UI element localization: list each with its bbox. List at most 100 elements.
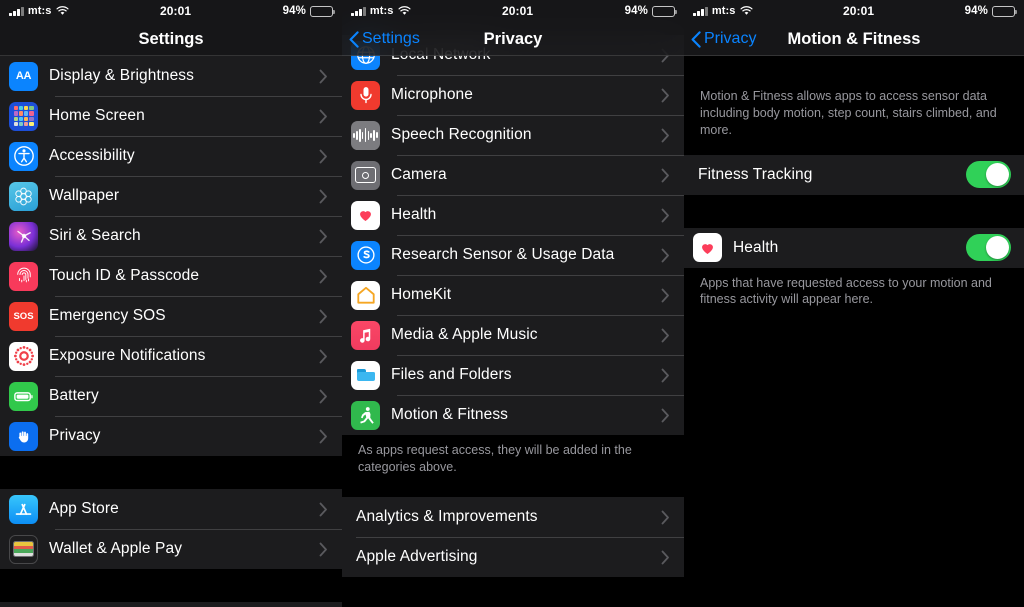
status-bar: mt:s 20:01 94% bbox=[684, 0, 1024, 22]
chevron-right-icon bbox=[319, 349, 327, 363]
list-item-media-apple-music[interactable]: Media & Apple Music bbox=[342, 315, 684, 355]
list-item-microphone[interactable]: Microphone bbox=[342, 75, 684, 115]
motion-fitness-scroll-area[interactable]: Motion & Fitness allows apps to access s… bbox=[684, 0, 1024, 607]
list-item-speech-recognition[interactable]: Speech Recognition bbox=[342, 115, 684, 155]
sidebar-item-accessibility[interactable]: Accessibility bbox=[0, 136, 342, 176]
touch-id-icon bbox=[9, 261, 38, 291]
section-gap bbox=[0, 569, 342, 602]
chevron-right-icon bbox=[319, 69, 327, 83]
homekit-icon bbox=[351, 280, 380, 310]
chevron-left-icon bbox=[349, 30, 359, 48]
list-item-health[interactable]: Health bbox=[342, 195, 684, 235]
panel-motion-fitness: Motion & Fitness allows apps to access s… bbox=[684, 0, 1024, 607]
chevron-right-icon bbox=[661, 510, 669, 525]
sidebar-item-home-screen[interactable]: Home Screen bbox=[0, 96, 342, 136]
chevron-right-icon bbox=[661, 88, 669, 102]
row-label: Touch ID & Passcode bbox=[49, 267, 200, 284]
health-app-toggle[interactable] bbox=[966, 234, 1011, 262]
back-button-label: Settings bbox=[362, 30, 420, 47]
chevron-right-icon bbox=[319, 389, 327, 403]
display-brightness-icon: AA bbox=[9, 61, 38, 91]
clock: 20:01 bbox=[159, 4, 192, 18]
list-item-homekit[interactable]: HomeKit bbox=[342, 275, 684, 315]
fitness-tracking-toggle[interactable] bbox=[966, 161, 1011, 189]
row-label: Siri & Search bbox=[49, 227, 141, 244]
status-bar: mt:s 20:01 94% bbox=[342, 0, 684, 22]
carrier-label: mt:s bbox=[711, 5, 736, 17]
section-gap bbox=[0, 456, 342, 489]
exposure-notifications-icon bbox=[9, 341, 38, 371]
row-label: Research Sensor & Usage Data bbox=[391, 246, 615, 263]
status-left: mt:s bbox=[351, 5, 411, 17]
row-label: Privacy bbox=[49, 427, 101, 444]
chevron-right-icon bbox=[319, 109, 327, 123]
motion-fitness-icon bbox=[351, 400, 380, 430]
chevron-right-icon bbox=[319, 429, 327, 443]
sidebar-item-passwords[interactable]: Passwords bbox=[0, 602, 342, 607]
row-label: Exposure Notifications bbox=[49, 347, 206, 364]
chevron-right-icon bbox=[319, 149, 327, 163]
sidebar-item-wallet-apple-pay[interactable]: Wallet & Apple Pay bbox=[0, 529, 342, 569]
status-bar: mt:s 20:01 94% bbox=[0, 0, 342, 22]
chevron-right-icon bbox=[319, 309, 327, 323]
row-label: Camera bbox=[391, 166, 447, 183]
chevron-right-icon bbox=[661, 550, 669, 565]
sidebar-item-touch-id-passcode[interactable]: Touch ID & Passcode bbox=[0, 256, 342, 296]
battery-icon bbox=[9, 381, 38, 411]
page-title: Settings bbox=[138, 30, 204, 48]
chevron-left-icon bbox=[691, 30, 701, 48]
chevron-right-icon bbox=[319, 189, 327, 203]
sidebar-item-siri-search[interactable]: Siri & Search bbox=[0, 216, 342, 256]
list-item-camera[interactable]: Camera bbox=[342, 155, 684, 195]
row-label: HomeKit bbox=[391, 286, 452, 303]
chevron-right-icon bbox=[661, 168, 669, 182]
navbar-motion-fitness: mt:s 20:01 94% Privacy Motion & Fitness bbox=[684, 0, 1024, 56]
sidebar-item-wallpaper[interactable]: Wallpaper bbox=[0, 176, 342, 216]
nav-row: Privacy Motion & Fitness bbox=[684, 22, 1024, 56]
settings-scroll-area[interactable]: AA Display & Brightness Home Screen Acce… bbox=[0, 0, 342, 607]
list-item-apple-advertising[interactable]: Apple Advertising bbox=[342, 537, 684, 577]
row-label: Health bbox=[391, 206, 437, 223]
fitness-tracking-row[interactable]: Fitness Tracking bbox=[684, 155, 1024, 195]
back-button[interactable]: Privacy bbox=[684, 30, 756, 48]
sidebar-item-emergency-sos[interactable]: SOS Emergency SOS bbox=[0, 296, 342, 336]
row-label: Fitness Tracking bbox=[698, 165, 813, 183]
panel-privacy: Local Network Microphone bbox=[342, 0, 684, 607]
wallet-icon bbox=[9, 534, 38, 564]
chevron-right-icon bbox=[319, 229, 327, 243]
sidebar-item-display-brightness[interactable]: AA Display & Brightness bbox=[0, 56, 342, 96]
wifi-icon bbox=[739, 6, 753, 16]
list-item-motion-fitness[interactable]: Motion & Fitness bbox=[342, 395, 684, 435]
row-label: Accessibility bbox=[49, 147, 135, 164]
back-button[interactable]: Settings bbox=[342, 30, 420, 48]
privacy-scroll-area[interactable]: Local Network Microphone bbox=[342, 0, 684, 607]
back-button-label: Privacy bbox=[704, 30, 757, 47]
nav-row: Settings bbox=[0, 22, 342, 56]
sidebar-item-app-store[interactable]: App Store bbox=[0, 489, 342, 529]
sidebar-item-battery[interactable]: Battery bbox=[0, 376, 342, 416]
privacy-group-2: Analytics & Improvements Apple Advertisi… bbox=[342, 497, 684, 578]
list-item-research-sensor-usage-data[interactable]: Research Sensor & Usage Data bbox=[342, 235, 684, 275]
row-label: Battery bbox=[49, 387, 99, 404]
wallpaper-icon bbox=[9, 181, 38, 211]
clock: 20:01 bbox=[842, 4, 875, 18]
battery-percent-label: 94% bbox=[964, 5, 988, 17]
clock: 20:01 bbox=[501, 4, 534, 18]
list-item-files-and-folders[interactable]: Files and Folders bbox=[342, 355, 684, 395]
row-label: Display & Brightness bbox=[49, 67, 195, 84]
chevron-right-icon bbox=[661, 248, 669, 262]
status-right: 94% bbox=[964, 5, 1017, 17]
research-sensor-icon bbox=[351, 240, 380, 270]
sidebar-item-exposure-notifications[interactable]: Exposure Notifications bbox=[0, 336, 342, 376]
row-label: Speech Recognition bbox=[391, 126, 532, 143]
siri-icon bbox=[9, 221, 38, 251]
carrier-label: mt:s bbox=[369, 5, 394, 17]
sidebar-item-privacy[interactable]: Privacy bbox=[0, 416, 342, 456]
list-item-analytics-improvements[interactable]: Analytics & Improvements bbox=[342, 497, 684, 537]
app-row-health[interactable]: Health bbox=[684, 228, 1024, 268]
chevron-right-icon bbox=[661, 408, 669, 422]
chevron-right-icon bbox=[661, 328, 669, 342]
row-label: Wallpaper bbox=[49, 187, 120, 204]
status-left: mt:s bbox=[693, 5, 753, 17]
settings-group-1: AA Display & Brightness Home Screen Acce… bbox=[0, 56, 342, 456]
